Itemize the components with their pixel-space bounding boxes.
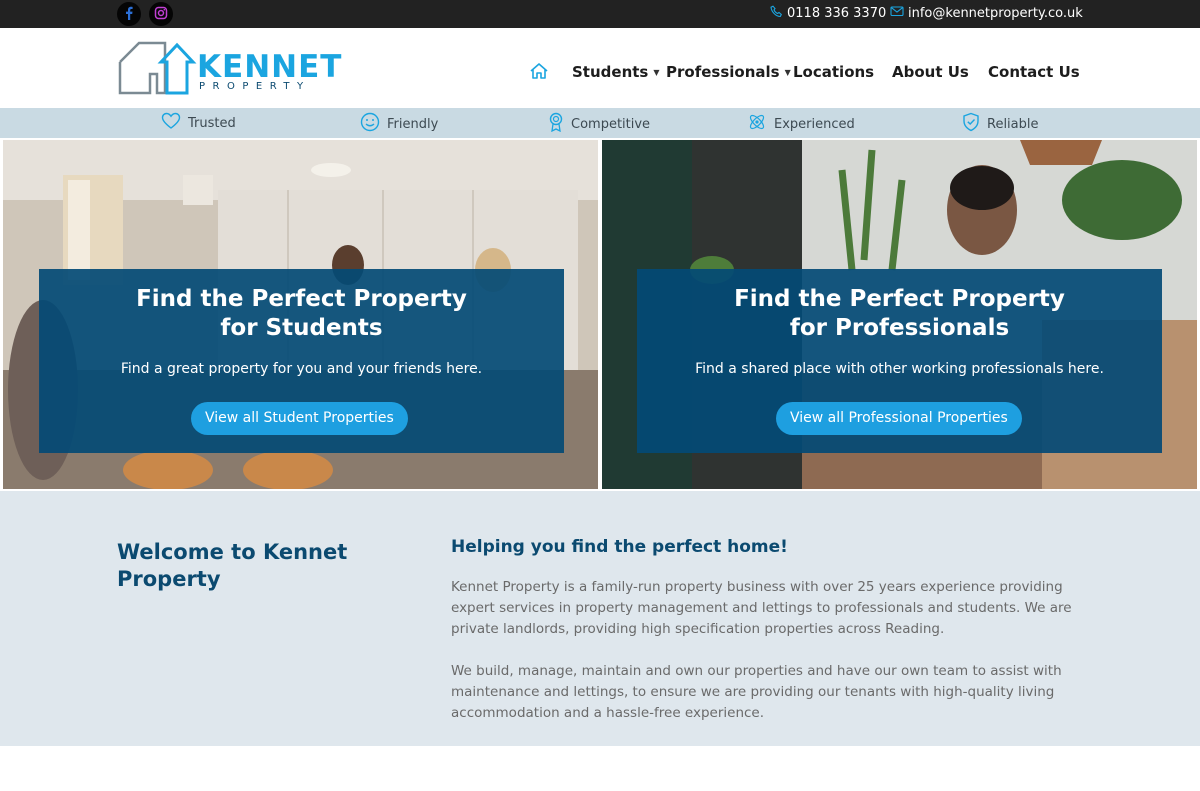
welcome-paragraph-1: Kennet Property is a family-run property… [451,579,1072,637]
page-bottom-space [0,746,1200,791]
hero-professionals: Find the Perfect Property for Profession… [602,140,1197,489]
email-link[interactable]: info@kennetproperty.co.uk [890,5,1083,21]
nav-professionals[interactable]: Professionals ▼ [666,63,791,81]
professionals-text: Find a shared place with other working p… [695,361,1104,377]
value-friendly: Friendly [360,112,438,136]
phone-link[interactable]: 0118 336 3370 [770,5,886,22]
facebook-icon [122,5,136,24]
heart-icon [161,112,181,134]
value-label: Experienced [774,116,855,132]
welcome-paragraph-2: We build, manage, maintain and own our p… [451,663,1062,721]
shield-check-icon [962,112,980,136]
view-student-properties-button[interactable]: View all Student Properties [191,402,408,435]
logo-wordmark: KENNET [197,49,343,85]
house-logo-icon [118,41,197,95]
chevron-down-icon: ▼ [784,67,791,77]
nav-home[interactable] [529,62,549,84]
logo[interactable]: KENNET PROPERTY [117,40,343,98]
atom-icon [747,112,767,136]
facebook-link[interactable] [117,2,141,26]
nav-students-label: Students [572,63,649,81]
value-reliable: Reliable [962,112,1039,136]
email-address: info@kennetproperty.co.uk [908,5,1083,21]
value-experienced: Experienced [747,112,855,136]
phone-number: 0118 336 3370 [787,6,887,21]
phone-icon [770,5,783,22]
top-bar: 0118 336 3370 info@kennetproperty.co.uk [0,0,1200,28]
smiley-icon [360,112,380,136]
nav-professionals-label: Professionals [666,63,780,81]
professionals-title: Find the Perfect Property for Profession… [734,286,1065,341]
welcome-subheading: Helping you find the perfect home! [451,537,788,557]
home-icon [529,63,549,84]
logo-subtitle: PROPERTY [199,81,311,92]
hero-students: Find the Perfect Property for Students F… [3,140,598,489]
nav-locations[interactable]: Locations [793,63,874,81]
award-icon [548,112,564,136]
professionals-overlay-card: Find the Perfect Property for Profession… [637,269,1162,453]
site-header: KENNET PROPERTY Students ▼ Professionals… [0,28,1200,108]
chevron-down-icon: ▼ [653,67,660,77]
envelope-icon [890,5,904,21]
view-professional-properties-button[interactable]: View all Professional Properties [776,402,1022,435]
nav-contact[interactable]: Contact Us [988,63,1080,81]
value-trusted: Trusted [161,112,236,134]
values-strip: Trusted Friendly Competitive Experienced… [0,108,1200,138]
nav-about[interactable]: About Us [892,63,969,81]
nav-students[interactable]: Students ▼ [572,63,660,81]
students-text: Find a great property for you and your f… [120,361,483,377]
value-label: Reliable [987,116,1039,132]
value-label: Competitive [571,116,651,132]
students-title: Find the Perfect Property for Students [136,286,467,341]
instagram-icon [154,5,168,24]
welcome-heading: Welcome to Kennet Property [117,540,348,591]
students-overlay-card: Find the Perfect Property for Students F… [39,269,564,453]
value-label: Friendly [387,116,439,132]
value-competitive: Competitive [548,112,650,136]
instagram-link[interactable] [149,2,173,26]
welcome-section: Welcome to Kennet Property Helping you f… [0,491,1200,746]
value-label: Trusted [188,115,236,131]
